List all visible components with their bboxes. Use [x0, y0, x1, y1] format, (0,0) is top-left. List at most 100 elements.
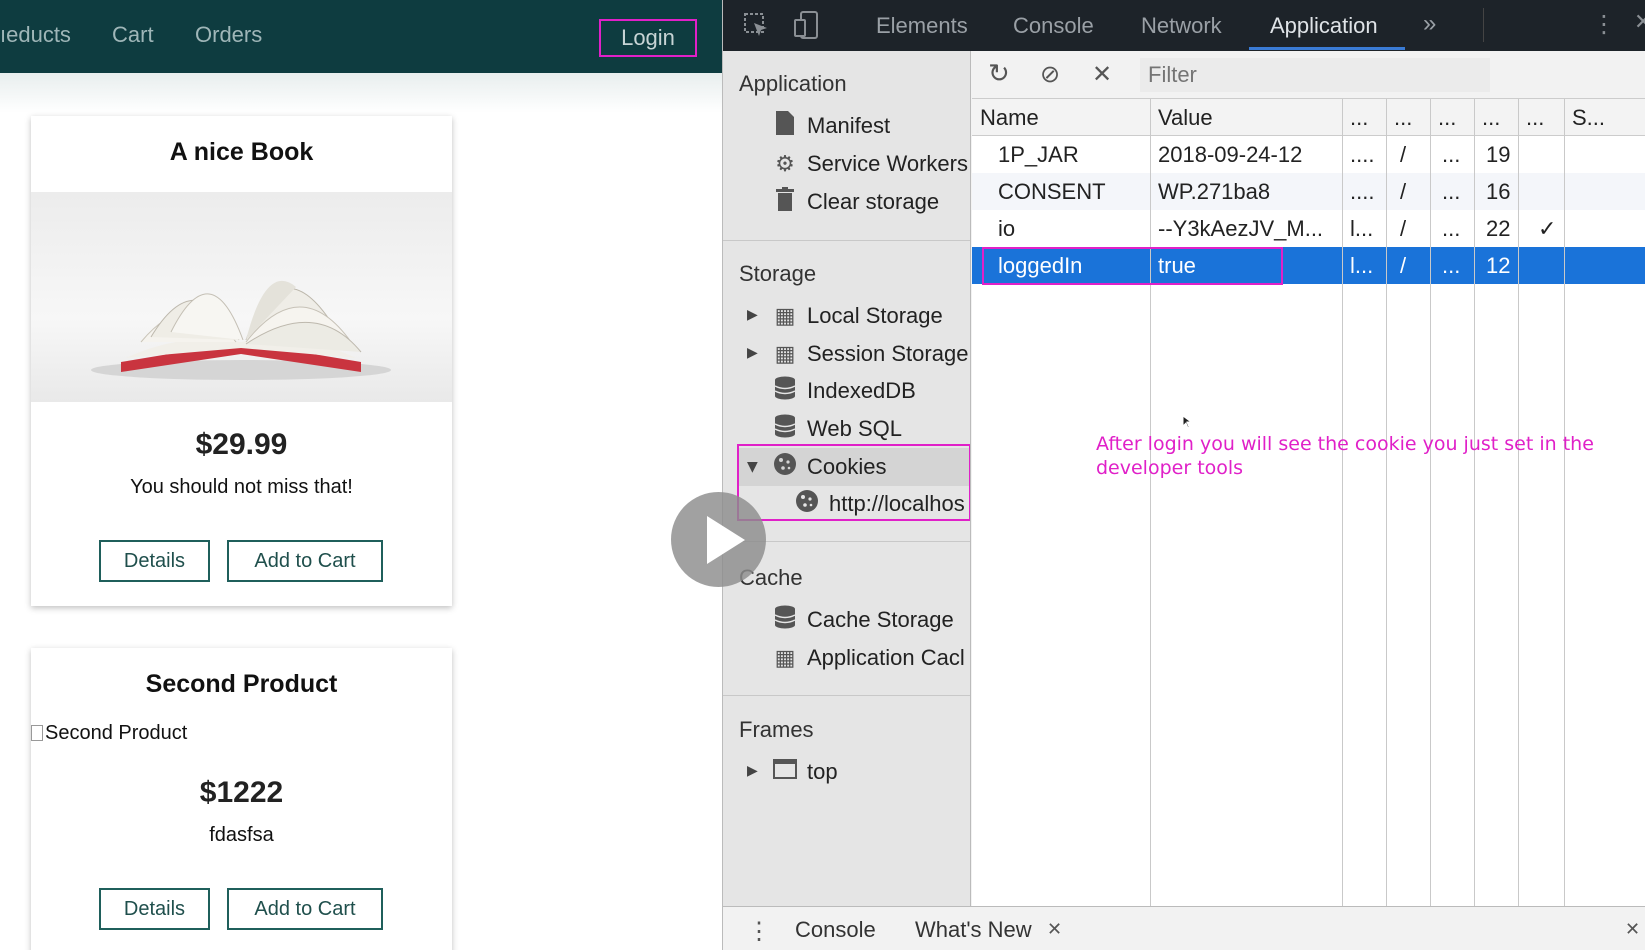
column-header-size[interactable]: ... — [1482, 99, 1500, 136]
nav-login-button[interactable]: Login — [599, 19, 697, 57]
cookie-expires: ... — [1442, 142, 1461, 167]
drawer-menu-icon[interactable]: ⋮ — [747, 917, 771, 946]
cookie-size: 12 — [1486, 253, 1511, 278]
sidebar-item-indexeddb[interactable]: IndexedDB — [771, 374, 916, 408]
column-header-httponly[interactable]: ... — [1526, 99, 1544, 136]
product-card: A nice Book $29.99 You should not miss t… — [31, 116, 452, 606]
refresh-icon[interactable]: ↻ — [988, 59, 1010, 89]
tab-network[interactable]: Network — [1141, 13, 1222, 39]
drawer-tab-whats-new[interactable]: What's New — [915, 917, 1032, 943]
details-button[interactable]: Details — [99, 540, 210, 582]
column-divider[interactable] — [1430, 99, 1431, 906]
grid-icon: ▦ — [774, 341, 796, 366]
table-header-row: Name Value ... ... ... ... ... S... — [972, 99, 1645, 136]
cookies-highlight-box — [737, 444, 970, 521]
sidebar-item-application-cache[interactable]: ▦ Application Cacl — [771, 641, 965, 675]
sidebar-item-session-storage[interactable]: ▦ Session Storage — [771, 337, 969, 371]
cookie-size: 16 — [1486, 179, 1511, 204]
product-price: $29.99 — [195, 428, 288, 461]
tab-elements[interactable]: Elements — [876, 13, 968, 39]
column-header-name[interactable]: Name — [980, 99, 1039, 136]
column-header-path[interactable]: ... — [1394, 99, 1412, 136]
sidebar-item-clear-storage[interactable]: Clear storage — [771, 185, 939, 219]
column-divider[interactable] — [1386, 99, 1387, 906]
column-divider[interactable] — [1474, 99, 1475, 906]
cookie-size: 22 — [1486, 216, 1511, 241]
sidebar-item-label: Service Workers — [807, 151, 968, 176]
cookie-name: 1P_JAR — [998, 142, 1079, 167]
add-to-cart-button[interactable]: Add to Cart — [227, 540, 383, 582]
column-divider[interactable] — [1564, 99, 1565, 906]
inspect-element-icon[interactable] — [743, 12, 769, 44]
sidebar-item-label: Local Storage — [807, 303, 943, 328]
column-header-value[interactable]: Value — [1158, 99, 1213, 136]
open-book-icon — [91, 280, 391, 380]
shop-app: ıeducts Cart Orders Login A nice Book $2… — [0, 0, 722, 950]
cookie-value: --Y3kAezJV_M... — [1158, 216, 1324, 241]
sidebar-item-manifest[interactable]: Manifest — [771, 109, 890, 143]
clear-all-icon[interactable]: ⊘ — [1040, 60, 1060, 88]
tab-console[interactable]: Console — [1013, 13, 1094, 39]
drawer-tab-console[interactable]: Console — [795, 917, 876, 943]
video-play-button[interactable] — [671, 492, 766, 587]
sidebar-header-frames: Frames — [739, 717, 814, 742]
add-to-cart-button[interactable]: Add to Cart — [227, 888, 383, 930]
cookie-name: CONSENT — [998, 179, 1106, 204]
cookie-size: 19 — [1486, 142, 1511, 167]
product-image-book — [31, 192, 452, 402]
kebab-menu-icon[interactable]: ⋮ — [1592, 10, 1616, 38]
column-header-domain[interactable]: ... — [1350, 99, 1368, 136]
table-row[interactable]: 1P_JAR 2018-09-24-12 .... / ... 19 — [972, 136, 1645, 173]
expand-arrow-icon[interactable]: ▶ — [747, 345, 758, 361]
product-image-broken: Second Product — [31, 722, 187, 745]
cookie-expires: ... — [1442, 216, 1461, 241]
close-tab-icon[interactable]: ✕ — [1047, 919, 1062, 940]
close-drawer-icon[interactable]: ✕ — [1625, 919, 1640, 940]
column-divider[interactable] — [1150, 99, 1151, 906]
column-header-expires[interactable]: ... — [1438, 99, 1456, 136]
header-shadow — [0, 73, 722, 113]
column-divider[interactable] — [1518, 99, 1519, 906]
tab-application[interactable]: Application — [1270, 13, 1378, 39]
grid-icon: ▦ — [774, 645, 796, 670]
frame-window-icon — [771, 759, 799, 785]
file-icon — [771, 111, 799, 141]
filter-input[interactable] — [1140, 58, 1490, 92]
cookie-domain: .... — [1350, 142, 1375, 167]
nav-orders-link[interactable]: Orders — [195, 22, 262, 48]
sidebar-divider — [723, 240, 970, 241]
table-row[interactable]: CONSENT WP.271ba8 .... / ... 16 — [972, 173, 1645, 210]
annotation-line: developer tools — [1096, 457, 1244, 479]
column-divider[interactable] — [1342, 99, 1343, 906]
column-header-secure[interactable]: S... — [1572, 99, 1605, 136]
sidebar-item-label: Manifest — [807, 113, 891, 138]
sidebar-item-label: top — [807, 759, 838, 784]
more-tabs-button[interactable]: » — [1423, 10, 1436, 38]
tabbar-divider — [1483, 8, 1484, 42]
sidebar-item-cache-storage[interactable]: Cache Storage — [771, 603, 954, 637]
nav-cart-link[interactable]: Cart — [112, 22, 154, 48]
play-icon — [707, 516, 745, 564]
delete-selected-icon[interactable]: ✕ — [1092, 60, 1112, 88]
nav-products-link[interactable]: ıeducts — [0, 22, 71, 48]
app-header: ıeducts Cart Orders Login — [0, 0, 722, 73]
loggedin-highlight-box — [982, 247, 1283, 285]
devtools-drawer: ⋮ Console What's New ✕ ✕ — [723, 906, 1645, 950]
broken-image-icon — [31, 725, 43, 741]
table-row[interactable]: io --Y3kAezJV_M... l... / ... 22 ✓ — [972, 210, 1645, 247]
sidebar-item-web-sql[interactable]: Web SQL — [771, 412, 902, 446]
cookies-toolbar: ↻ ⊘ ✕ — [972, 51, 1645, 99]
device-toolbar-icon[interactable] — [793, 10, 821, 46]
sidebar-item-service-workers[interactable]: ⚙ Service Workers — [771, 147, 968, 181]
cookie-expires: ... — [1442, 179, 1461, 204]
details-button[interactable]: Details — [99, 888, 210, 930]
expand-arrow-icon[interactable]: ▶ — [747, 763, 758, 779]
cookie-expires: ... — [1442, 253, 1461, 278]
application-sidebar: Application Manifest ⚙ Service Workers Cl… — [723, 51, 971, 906]
sidebar-item-label: Clear storage — [807, 189, 940, 214]
sidebar-item-local-storage[interactable]: ▦ Local Storage — [771, 299, 943, 333]
product-card: Second Product Second Product $1222 fdas… — [31, 648, 452, 950]
sidebar-item-frame-top[interactable]: top — [771, 755, 838, 789]
expand-arrow-icon[interactable]: ▶ — [747, 307, 758, 323]
close-devtools-icon[interactable]: ✕ — [1634, 10, 1645, 35]
